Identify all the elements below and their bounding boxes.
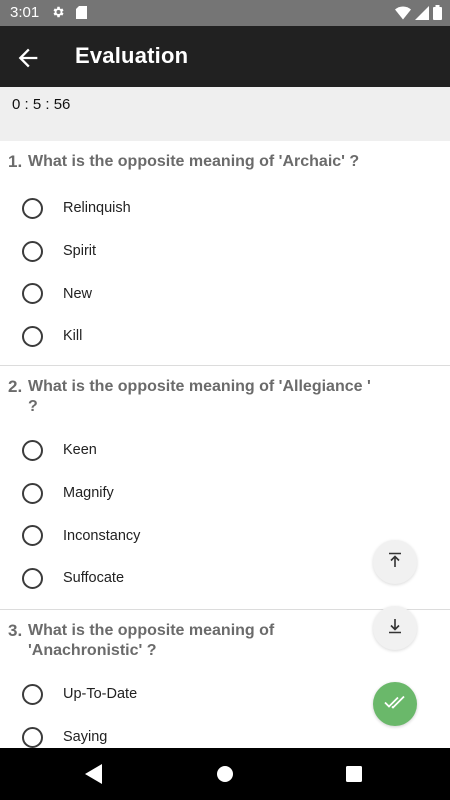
double-check-icon xyxy=(384,694,406,715)
page-title: Evaluation xyxy=(75,43,189,68)
nav-back-icon[interactable] xyxy=(85,764,103,789)
battery-icon xyxy=(433,5,442,25)
question-text: What is the opposite meaning of 'Anachro… xyxy=(28,622,275,659)
question-header: 2. What is the opposite meaning of 'Alle… xyxy=(0,366,450,417)
option-label: Inconstancy xyxy=(63,527,141,544)
status-time: 3:01 xyxy=(10,4,40,21)
question-text: What is the opposite meaning of 'Allegia… xyxy=(28,378,371,415)
radio-button[interactable] xyxy=(22,683,43,705)
question-card: 1. What is the opposite meaning of 'Arch… xyxy=(0,141,450,366)
app-bar: Evaluation xyxy=(0,26,450,87)
scroll-to-bottom-icon xyxy=(386,617,404,640)
countdown-timer: 0 : 5 : 56 xyxy=(12,96,71,113)
radio-button[interactable] xyxy=(22,482,43,504)
status-right-icons xyxy=(395,5,442,25)
question-number: 1. xyxy=(8,152,23,171)
arrow-back-icon[interactable] xyxy=(14,44,42,72)
radio-button[interactable] xyxy=(22,567,43,589)
option-item[interactable]: New xyxy=(0,272,450,315)
scroll-to-bottom-button[interactable] xyxy=(373,606,417,650)
question-header: 1. What is the opposite meaning of 'Arch… xyxy=(0,141,450,172)
radio-button[interactable] xyxy=(22,240,43,262)
option-label: Keen xyxy=(63,442,97,459)
option-item[interactable]: Spirit xyxy=(0,230,450,273)
option-item[interactable]: Keen xyxy=(0,429,450,472)
question-number: 2. xyxy=(8,377,23,396)
radio-button[interactable] xyxy=(22,439,43,461)
nav-recents-icon[interactable] xyxy=(346,766,362,787)
option-item[interactable]: Kill xyxy=(0,315,450,358)
option-item[interactable]: Magnify xyxy=(0,472,450,515)
scroll-to-top-icon xyxy=(386,551,404,574)
gear-icon xyxy=(51,5,65,24)
option-label: Kill xyxy=(63,328,83,345)
nav-home-icon[interactable] xyxy=(216,765,234,788)
radio-button[interactable] xyxy=(22,283,43,305)
option-label: Up-To-Date xyxy=(63,686,138,703)
submit-button[interactable] xyxy=(373,682,417,726)
option-label: Saying xyxy=(63,729,108,746)
option-label: New xyxy=(63,285,93,302)
scroll-to-top-button[interactable] xyxy=(373,540,417,584)
radio-button[interactable] xyxy=(22,726,43,748)
question-text: What is the opposite meaning of 'Archaic… xyxy=(28,153,360,170)
question-list: 1. What is the opposite meaning of 'Arch… xyxy=(0,141,450,770)
question-number: 3. xyxy=(8,621,23,640)
radio-button[interactable] xyxy=(22,525,43,547)
radio-button[interactable] xyxy=(22,325,43,347)
wifi-icon xyxy=(395,6,411,25)
status-bar: 3:01 xyxy=(0,0,450,26)
signal-icon xyxy=(415,5,429,25)
sd-card-icon xyxy=(76,6,87,24)
option-label: Suffocate xyxy=(63,570,125,587)
radio-button[interactable] xyxy=(22,197,43,219)
option-label: Spirit xyxy=(63,243,97,260)
system-nav-bar xyxy=(0,748,450,800)
option-label: Relinquish xyxy=(63,200,131,217)
option-item[interactable]: Relinquish xyxy=(0,187,450,230)
option-label: Magnify xyxy=(63,485,114,502)
timer-bar: 0 : 5 : 56 xyxy=(0,87,450,141)
